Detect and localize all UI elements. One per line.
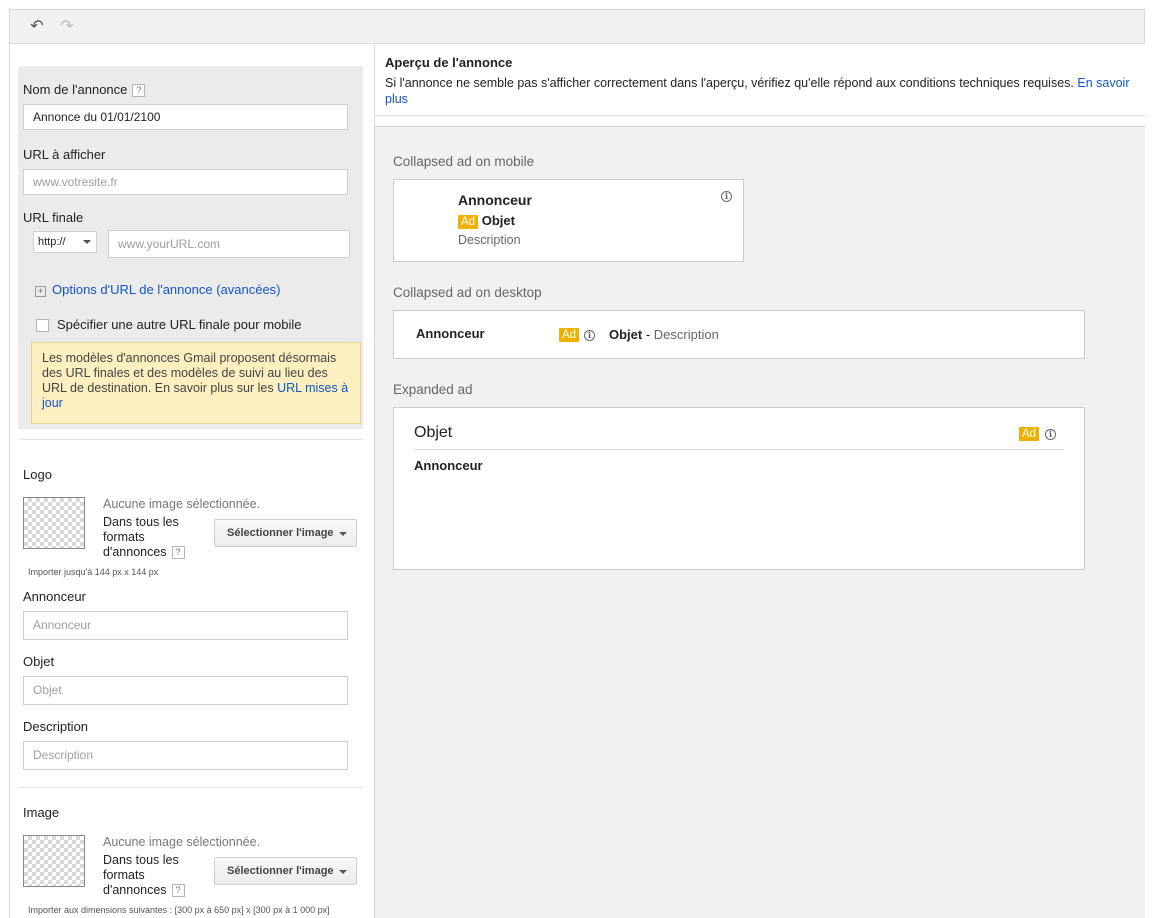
help-icon[interactable]: ?	[132, 84, 146, 97]
ad-name-input[interactable]: Annonce du 01/01/2100	[23, 104, 348, 130]
info-icon[interactable]: i	[721, 191, 732, 202]
preview-panel: Aperçu de l'annonce Si l'annonce ne semb…	[375, 44, 1145, 918]
image-placeholder-image	[23, 835, 85, 887]
expanded-ad-card: Objet Ad i Annonceur	[393, 407, 1085, 570]
advertiser-label: Annonceur	[23, 589, 86, 604]
divider	[18, 787, 363, 788]
help-icon[interactable]: ?	[171, 546, 185, 559]
notice-banner: Les modèles d'annonces Gmail proposent d…	[31, 342, 361, 424]
mobile-description: Description	[458, 233, 521, 247]
ad-badge: Ad	[1019, 427, 1040, 441]
logo-no-image-text: Aucune image sélectionnée.	[103, 497, 261, 511]
description-input[interactable]: Description	[23, 741, 348, 770]
desktop-section-title: Collapsed ad on desktop	[393, 285, 542, 300]
image-no-image-text: Aucune image sélectionnée.	[103, 835, 261, 849]
ad-badge: Ad	[559, 328, 580, 342]
mobile-url-checkbox[interactable]	[36, 319, 49, 332]
subject-label: Objet	[23, 654, 55, 669]
description-label: Description	[23, 719, 89, 734]
mobile-url-checkbox-label: Spécifier une autre URL finale pour mobi…	[57, 317, 302, 332]
display-url-label: URL à afficher	[23, 147, 106, 162]
protocol-value: http://	[38, 236, 66, 248]
logo-select-image-button[interactable]: Sélectionner l'image	[214, 519, 357, 547]
preview-strip	[375, 116, 1145, 127]
logo-placeholder-image	[23, 497, 85, 549]
ad-badge: Ad	[458, 215, 479, 229]
desktop-separator: -	[642, 327, 654, 342]
desktop-ad-card[interactable]: Annonceur Ad i Objet - Description	[393, 310, 1085, 359]
desktop-subject: Objet	[609, 327, 643, 342]
protocol-select[interactable]: http://	[33, 231, 97, 253]
mobile-subject-line: Ad Objet	[458, 213, 515, 229]
chevron-down-icon	[339, 870, 347, 874]
logo-formats-text: Dans tous les formats d'annonces?	[103, 515, 195, 560]
mobile-ad-card[interactable]: Annonceur Ad Objet Description i	[393, 179, 744, 262]
image-label: Image	[23, 805, 60, 820]
mobile-advertiser: Annonceur	[458, 192, 532, 208]
chevron-down-icon	[83, 240, 91, 244]
mobile-subject: Objet	[481, 213, 515, 228]
desktop-subject-line: Objet - Description	[609, 327, 719, 342]
info-icon[interactable]: i	[1045, 429, 1056, 440]
preview-title: Aperçu de l'annonce	[385, 55, 513, 70]
expanded-advertiser: Annonceur	[414, 458, 483, 473]
plus-icon: +	[35, 286, 46, 297]
divider	[18, 439, 363, 440]
toolbar: ↶ ↷	[9, 9, 1145, 44]
image-hint: Importer aux dimensions suivantes : [300…	[28, 905, 330, 915]
undo-icon[interactable]: ↶	[28, 19, 46, 35]
expanded-section-title: Expanded ad	[393, 382, 473, 397]
desktop-advertiser: Annonceur	[416, 326, 485, 341]
url-options-toggle[interactable]: + Options d'URL de l'annonce (avancées)	[35, 282, 281, 297]
expanded-divider	[414, 449, 1064, 450]
preview-subtitle: Si l'annonce ne semble pas s'afficher co…	[385, 76, 1130, 106]
preview-header: Aperçu de l'annonce Si l'annonce ne semb…	[375, 44, 1145, 116]
url-options-link[interactable]: Options d'URL de l'annonce (avancées)	[52, 282, 281, 297]
image-formats-text: Dans tous les formats d'annonces?	[103, 853, 195, 898]
desktop-description: Description	[653, 327, 719, 342]
final-url-input[interactable]: www.yourURL.com	[108, 230, 350, 258]
final-url-label: URL finale	[23, 210, 84, 225]
info-icon[interactable]: i	[584, 330, 595, 341]
ad-name-label: Nom de l'annonce?	[23, 82, 146, 97]
mobile-section-title: Collapsed ad on mobile	[393, 154, 535, 169]
expanded-subject: Objet	[414, 424, 453, 441]
help-icon[interactable]: ?	[171, 884, 185, 897]
logo-label: Logo	[23, 467, 52, 482]
redo-icon[interactable]: ↷	[58, 19, 76, 35]
ad-form-panel: Nom de l'annonce? Annonce du 01/01/2100 …	[10, 44, 374, 918]
image-select-image-button[interactable]: Sélectionner l'image	[214, 857, 357, 885]
logo-hint: Importer jusqu'à 144 px x 144 px	[28, 567, 159, 577]
advertiser-input[interactable]: Annonceur	[23, 611, 348, 640]
subject-input[interactable]: Objet	[23, 676, 348, 705]
display-url-input[interactable]: www.votresite.fr	[23, 169, 348, 195]
chevron-down-icon	[339, 532, 347, 536]
